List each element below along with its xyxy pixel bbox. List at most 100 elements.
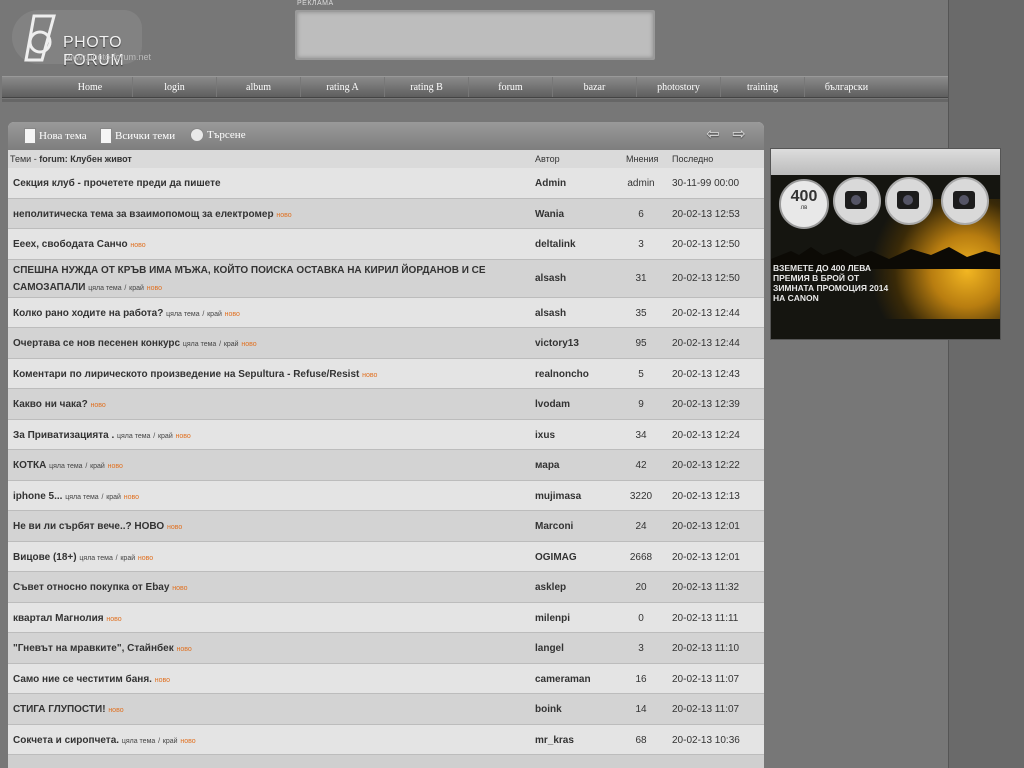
topic-title[interactable]: КОТКА xyxy=(13,460,46,471)
topic-author[interactable]: victory13 xyxy=(535,338,579,349)
new-badge[interactable]: ново xyxy=(108,707,123,714)
new-badge[interactable]: ново xyxy=(90,402,105,409)
topic-cell: За Приватизацията . цяла тема / край нов… xyxy=(13,429,191,441)
topic-author[interactable]: deltalink xyxy=(535,239,576,250)
topic-author[interactable]: Wania xyxy=(535,209,564,220)
new-badge[interactable]: ново xyxy=(124,494,139,501)
nav-rating-a[interactable]: rating A xyxy=(300,77,384,97)
new-badge[interactable]: ново xyxy=(130,242,145,249)
col-opinions-header[interactable]: Мнения xyxy=(626,154,658,164)
new-badge[interactable]: ново xyxy=(176,433,191,440)
end-link[interactable]: край xyxy=(224,341,239,348)
topic-last: 20-02-13 11:10 xyxy=(672,643,740,654)
topic-author[interactable]: Admin xyxy=(535,178,566,189)
topic-title[interactable]: квартал Магнолия xyxy=(13,613,104,624)
col-author-header[interactable]: Автор xyxy=(535,154,560,164)
new-badge[interactable]: ново xyxy=(241,341,256,348)
whole-thread-link[interactable]: цяла тема xyxy=(122,738,155,745)
whole-thread-link[interactable]: цяла тема xyxy=(49,463,82,470)
new-badge[interactable]: ново xyxy=(172,585,187,592)
nav-photostory[interactable]: photostory xyxy=(636,77,720,97)
breadcrumb: Теми - forum: Клубен живот xyxy=(10,154,132,164)
site-logo[interactable]: PHOTO FORUM www.photo-forum.net xyxy=(8,8,178,69)
topic-title[interactable]: Очертава се нов песенен конкурс xyxy=(13,338,180,349)
topic-title[interactable]: За Приватизацията . xyxy=(13,430,114,441)
all-topics-button[interactable]: Всички теми xyxy=(100,128,175,144)
topic-title[interactable]: Колко рано ходите на работа? xyxy=(13,308,163,319)
new-badge[interactable]: ново xyxy=(167,524,182,531)
topic-title[interactable]: Секция клуб - прочетете преди да пишете xyxy=(13,178,533,189)
new-badge[interactable]: ново xyxy=(147,285,162,292)
topic-title[interactable]: СТИГА ГЛУПОСТИ! xyxy=(13,704,106,715)
new-badge[interactable]: ново xyxy=(108,463,123,470)
nav-rating-b[interactable]: rating B xyxy=(384,77,468,97)
nav-bazar[interactable]: bazar xyxy=(552,77,636,97)
top-ad-banner[interactable] xyxy=(295,10,655,60)
topic-author[interactable]: мара xyxy=(535,460,560,471)
topic-title[interactable]: неполитическа тема за взаимопомощ за еле… xyxy=(13,209,274,220)
nav-forum[interactable]: forum xyxy=(468,77,552,97)
new-badge[interactable]: ново xyxy=(225,311,240,318)
nav-language[interactable]: български xyxy=(804,77,888,97)
nav-album[interactable]: album xyxy=(216,77,300,97)
topic-author[interactable]: lvodam xyxy=(535,399,570,410)
canon-promo-banner[interactable]: 400 лв ВЗЕМЕТЕ ДО 400 ЛЕВА ПРЕМИЯ В БРОЙ… xyxy=(770,148,1001,340)
end-link[interactable]: край xyxy=(120,555,135,562)
topic-title[interactable]: iphone 5... xyxy=(13,491,62,502)
end-link[interactable]: край xyxy=(90,463,105,470)
topic-author[interactable]: asklep xyxy=(535,582,566,593)
topic-author[interactable]: cameraman xyxy=(535,674,591,685)
topic-author[interactable]: Marconi xyxy=(535,521,573,532)
next-page-icon[interactable]: ⇨ xyxy=(730,127,748,143)
topic-author[interactable]: OGIMAG xyxy=(535,552,577,563)
topic-title[interactable]: "Гневът на мравките", Стайнбек xyxy=(13,643,174,654)
new-badge[interactable]: ново xyxy=(138,555,153,562)
topic-author[interactable]: alsash xyxy=(535,273,566,284)
topic-title[interactable]: Не ви ли сърбят вече..? НОВО xyxy=(13,521,164,532)
end-link[interactable]: край xyxy=(207,311,222,318)
topic-title[interactable]: Съвет относно покупка от Ebay xyxy=(13,582,169,593)
nav-training[interactable]: training xyxy=(720,77,804,97)
whole-thread-link[interactable]: цяла тема xyxy=(166,311,199,318)
whole-thread-link[interactable]: цяла тема xyxy=(65,494,98,501)
breadcrumb-forum[interactable]: forum: Клубен живот xyxy=(39,154,132,164)
topic-author[interactable]: mujimasa xyxy=(535,491,581,502)
whole-thread-link[interactable]: цяла тема xyxy=(117,433,150,440)
new-badge[interactable]: ново xyxy=(180,738,195,745)
topic-author[interactable]: realnoncho xyxy=(535,369,589,380)
topic-title[interactable]: Сокчета и сиропчета. xyxy=(13,735,119,746)
topic-author[interactable]: ixus xyxy=(535,430,555,441)
topic-author[interactable]: langel xyxy=(535,643,564,654)
topic-title[interactable]: Само ние се честитим баня. xyxy=(13,674,152,685)
topic-title[interactable]: СПЕШНА НУЖДА ОТ КРЪВ ИМА МЪЖА, КОЙТО ПОИ… xyxy=(13,265,486,293)
topic-cell: Колко рано ходите на работа? цяла тема /… xyxy=(13,307,240,319)
whole-thread-link[interactable]: цяла тема xyxy=(88,285,121,292)
topic-author[interactable]: mr_kras xyxy=(535,735,574,746)
new-badge[interactable]: ново xyxy=(106,616,121,623)
promo-amount: 400 xyxy=(790,188,818,205)
end-link[interactable]: край xyxy=(158,433,173,440)
new-badge[interactable]: ново xyxy=(155,677,170,684)
col-last-header[interactable]: Последно xyxy=(672,154,713,164)
end-link[interactable]: край xyxy=(129,285,144,292)
new-topic-button[interactable]: Нова тема xyxy=(24,128,87,144)
topic-title[interactable]: Коментари по лирическото произведение на… xyxy=(13,369,359,380)
topic-author[interactable]: boink xyxy=(535,704,562,715)
topic-title[interactable]: Вицове (18+) xyxy=(13,552,77,563)
topic-title[interactable]: Какво ни чака? xyxy=(13,399,88,410)
breadcrumb-topics[interactable]: Теми xyxy=(10,154,31,164)
prev-page-icon[interactable]: ⇦ xyxy=(704,127,722,143)
whole-thread-link[interactable]: цяла тема xyxy=(183,341,216,348)
topic-title[interactable]: Ееех, свободата Санчо xyxy=(13,239,128,250)
new-badge[interactable]: ново xyxy=(177,646,192,653)
topic-author[interactable]: alsash xyxy=(535,308,566,319)
new-badge[interactable]: ново xyxy=(276,212,291,219)
end-link[interactable]: край xyxy=(106,494,121,501)
nav-home[interactable]: Home xyxy=(48,77,132,97)
whole-thread-link[interactable]: цяла тема xyxy=(79,555,112,562)
topic-author[interactable]: milenpi xyxy=(535,613,570,624)
new-badge[interactable]: ново xyxy=(362,372,377,379)
nav-login[interactable]: login xyxy=(132,77,216,97)
end-link[interactable]: край xyxy=(163,738,178,745)
search-button[interactable]: Търсене xyxy=(190,128,246,142)
